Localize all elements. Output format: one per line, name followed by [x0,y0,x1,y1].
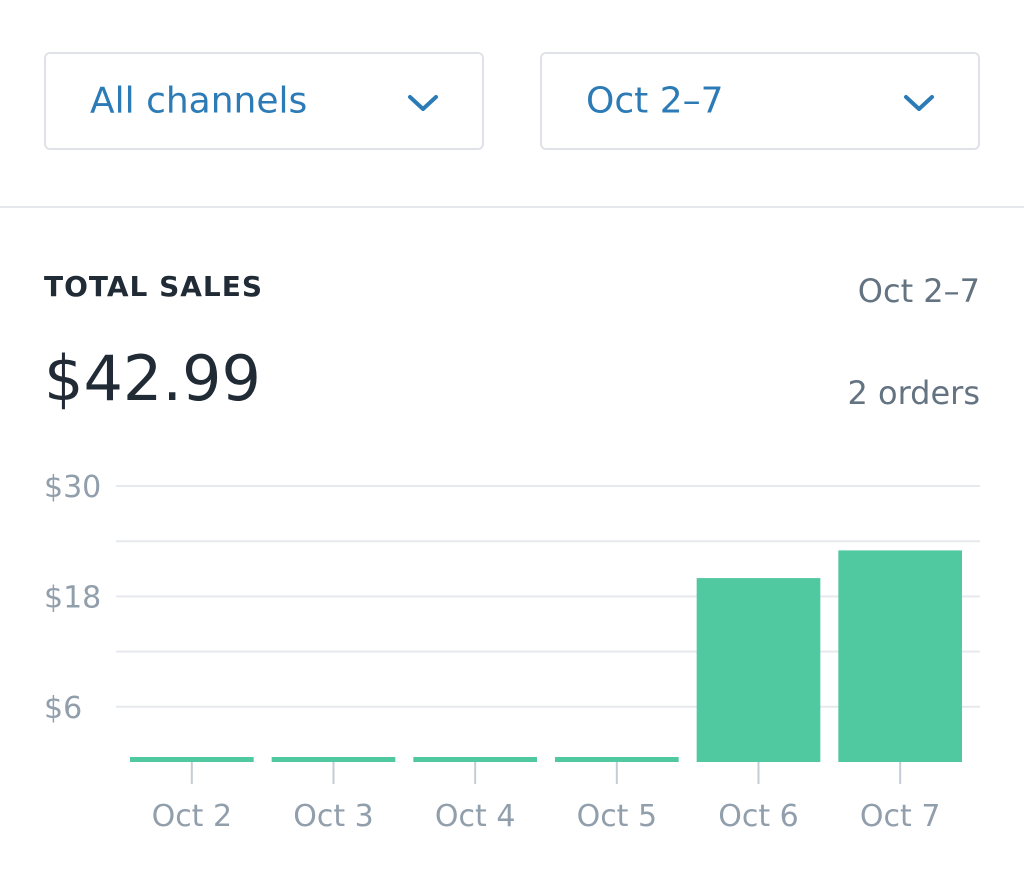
total-sales-title: TOTAL SALES [44,270,264,303]
x-tick-label: Oct 5 [577,799,658,834]
bar [271,757,396,762]
x-tick-label: Oct 6 [718,799,799,834]
bar [130,757,254,762]
x-tick-label: Oct 2 [152,799,233,834]
x-tick-label: Oct 7 [860,799,941,834]
x-tick-label: Oct 3 [293,799,374,834]
bar [696,578,821,762]
total-sales-value: $42.99 [44,342,261,415]
bar [413,757,537,762]
x-tick-label: Oct 4 [435,799,516,834]
filter-bar: All channels Oct 2–7 [0,0,1024,208]
chevron-down-icon [904,95,934,111]
channel-dropdown[interactable]: All channels [44,52,484,150]
y-tick-label: $30 [44,470,101,505]
divider [0,206,1024,208]
date-range-dropdown-label: Oct 2–7 [586,80,724,122]
bar [838,550,962,762]
y-tick-label: $6 [44,691,82,726]
channel-dropdown-label: All channels [90,80,308,122]
bar [555,757,679,762]
y-tick-label: $18 [44,580,101,615]
order-count: 2 orders [847,374,980,412]
summary-date-range: Oct 2–7 [857,272,980,310]
chevron-down-icon [408,95,438,111]
sales-card: All channels Oct 2–7 TOTAL SALES Oct 2–7… [0,0,1024,876]
sales-bar-chart: $6 $18 $30 Oct 2 Oct 3 Oct 4 Oct 5 Oct 6 Oct 7 [44,470,980,834]
date-range-dropdown[interactable]: Oct 2–7 [540,52,980,150]
